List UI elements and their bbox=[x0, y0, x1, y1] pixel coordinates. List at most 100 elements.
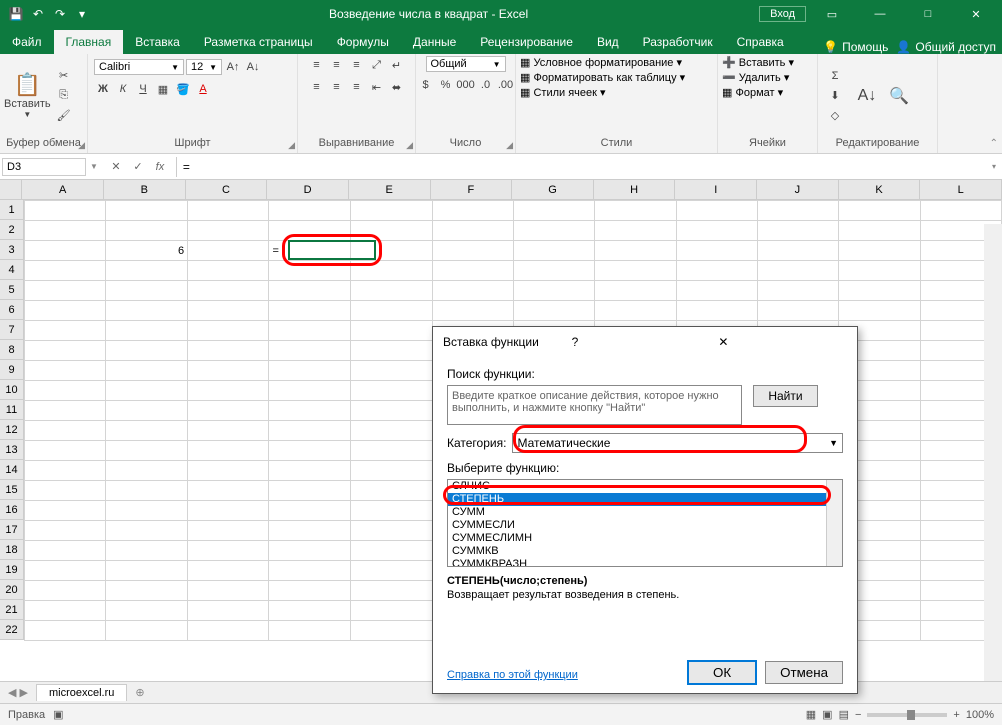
fill-icon[interactable]: ⬇ bbox=[826, 87, 844, 105]
cell[interactable] bbox=[676, 201, 757, 221]
cell[interactable] bbox=[595, 261, 676, 281]
cell[interactable] bbox=[25, 341, 106, 361]
cell[interactable] bbox=[351, 621, 432, 641]
cell[interactable] bbox=[106, 401, 188, 421]
cell[interactable] bbox=[25, 621, 106, 641]
cell[interactable] bbox=[188, 561, 269, 581]
row-header[interactable]: 19 bbox=[0, 560, 24, 580]
row-header[interactable]: 4 bbox=[0, 260, 24, 280]
row-header[interactable]: 1 bbox=[0, 200, 24, 220]
cell[interactable] bbox=[106, 541, 188, 561]
function-list-item[interactable]: СУММКВ bbox=[448, 545, 842, 558]
row-header[interactable]: 20 bbox=[0, 580, 24, 600]
cell[interactable] bbox=[351, 361, 432, 381]
cell[interactable] bbox=[188, 521, 269, 541]
cell[interactable] bbox=[514, 221, 595, 241]
select-all-button[interactable] bbox=[0, 180, 22, 199]
row-header[interactable]: 9 bbox=[0, 360, 24, 380]
ribbon-options-icon[interactable]: ▭ bbox=[810, 0, 854, 28]
align-launcher-icon[interactable]: ◢ bbox=[406, 140, 413, 151]
tab-help[interactable]: Справка bbox=[725, 30, 796, 54]
cell[interactable] bbox=[595, 201, 676, 221]
cell[interactable] bbox=[188, 321, 269, 341]
bold-button[interactable]: Ж bbox=[94, 80, 112, 98]
cell[interactable] bbox=[269, 581, 351, 601]
cell[interactable] bbox=[351, 561, 432, 581]
cell[interactable] bbox=[106, 321, 188, 341]
cell[interactable] bbox=[676, 221, 757, 241]
row-header[interactable]: 6 bbox=[0, 300, 24, 320]
cell[interactable] bbox=[351, 341, 432, 361]
cell[interactable] bbox=[269, 601, 351, 621]
copy-icon[interactable]: ⎘ bbox=[55, 87, 73, 105]
cell[interactable] bbox=[25, 281, 106, 301]
cell[interactable] bbox=[25, 441, 106, 461]
function-list-item[interactable]: СУММ bbox=[448, 506, 842, 519]
find-button[interactable]: Найти bbox=[753, 385, 817, 407]
autosum-icon[interactable]: Σ bbox=[826, 67, 844, 85]
cell[interactable] bbox=[188, 401, 269, 421]
zoom-level[interactable]: 100% bbox=[966, 709, 994, 721]
function-list[interactable]: СЛЧИССТЕПЕНЬСУММСУММЕСЛИСУММЕСЛИМНСУММКВ… bbox=[447, 479, 843, 567]
cell[interactable] bbox=[188, 581, 269, 601]
name-box[interactable] bbox=[2, 158, 86, 176]
align-bottom-icon[interactable]: ≡ bbox=[348, 56, 366, 74]
cell[interactable] bbox=[106, 621, 188, 641]
cell[interactable] bbox=[269, 341, 351, 361]
cell[interactable] bbox=[351, 321, 432, 341]
cell[interactable] bbox=[351, 601, 432, 621]
cell[interactable] bbox=[188, 501, 269, 521]
wrap-text-icon[interactable]: ↵ bbox=[388, 56, 406, 74]
cell[interactable] bbox=[432, 301, 513, 321]
cell[interactable] bbox=[25, 461, 106, 481]
sort-filter-icon[interactable]: A↓ bbox=[858, 87, 876, 105]
col-header[interactable]: F bbox=[431, 180, 513, 199]
cell[interactable] bbox=[351, 221, 432, 241]
row-header[interactable]: 2 bbox=[0, 220, 24, 240]
cell[interactable] bbox=[269, 301, 351, 321]
conditional-format-button[interactable]: ▦ Условное форматирование ▾ bbox=[520, 56, 682, 69]
cell[interactable] bbox=[269, 481, 351, 501]
cell[interactable] bbox=[595, 241, 676, 261]
cell[interactable] bbox=[269, 461, 351, 481]
formula-input[interactable] bbox=[177, 158, 986, 176]
cell[interactable] bbox=[106, 341, 188, 361]
cell[interactable] bbox=[25, 201, 106, 221]
cell[interactable] bbox=[351, 581, 432, 601]
font-size-select[interactable]: 12▼ bbox=[186, 59, 222, 75]
cell[interactable] bbox=[25, 221, 106, 241]
zoom-out-icon[interactable]: − bbox=[855, 709, 861, 721]
tab-developer[interactable]: Разработчик bbox=[631, 30, 725, 54]
function-list-item[interactable]: СУММКВРАЗН bbox=[448, 558, 842, 567]
ok-button[interactable]: ОК bbox=[687, 660, 757, 685]
row-header[interactable]: 7 bbox=[0, 320, 24, 340]
tell-me[interactable]: 💡Помощь bbox=[823, 40, 888, 54]
cell[interactable] bbox=[25, 541, 106, 561]
cell[interactable] bbox=[595, 221, 676, 241]
cell[interactable] bbox=[106, 441, 188, 461]
function-list-item[interactable]: СТЕПЕНЬ bbox=[448, 493, 842, 506]
cell[interactable] bbox=[351, 381, 432, 401]
cell[interactable] bbox=[188, 361, 269, 381]
cell[interactable] bbox=[595, 301, 676, 321]
col-header[interactable]: D bbox=[267, 180, 349, 199]
view-layout-icon[interactable]: ▣ bbox=[822, 708, 832, 721]
cell[interactable] bbox=[269, 381, 351, 401]
qat-more-icon[interactable]: ▾ bbox=[74, 6, 90, 22]
row-header[interactable]: 14 bbox=[0, 460, 24, 480]
col-header[interactable]: B bbox=[104, 180, 186, 199]
cell[interactable] bbox=[757, 241, 838, 261]
orientation-icon[interactable]: ⤢ bbox=[368, 56, 386, 74]
cell[interactable] bbox=[269, 541, 351, 561]
cell[interactable] bbox=[188, 441, 269, 461]
cell[interactable] bbox=[269, 621, 351, 641]
cell[interactable] bbox=[269, 501, 351, 521]
fill-color-icon[interactable]: 🪣 bbox=[174, 80, 192, 98]
font-name-select[interactable]: Calibri▼ bbox=[94, 59, 184, 75]
cell[interactable] bbox=[269, 441, 351, 461]
align-middle-icon[interactable]: ≡ bbox=[328, 56, 346, 74]
decrease-decimal-icon[interactable]: .00 bbox=[497, 76, 515, 94]
cell[interactable] bbox=[432, 281, 513, 301]
align-right-icon[interactable]: ≡ bbox=[348, 78, 366, 96]
cell[interactable] bbox=[25, 561, 106, 581]
